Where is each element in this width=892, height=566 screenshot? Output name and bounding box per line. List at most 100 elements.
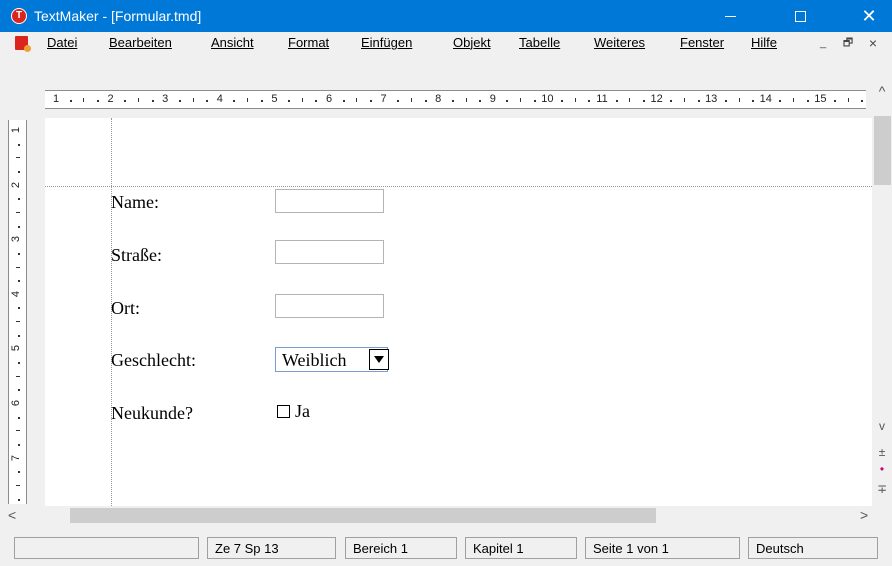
ruler-number: 15 [814,93,827,105]
menu-fenster[interactable]: Fenster [680,35,724,50]
ruler-number: 7 [10,454,23,461]
ruler-dot [779,100,782,102]
document-minimize-button[interactable]: _ [815,35,831,51]
menu-objekt[interactable]: Objekt [453,35,491,50]
ruler-tick [83,98,85,102]
ruler-dot [834,100,837,102]
close-button[interactable]: ✕ [846,0,892,32]
ruler-number: 6 [325,93,333,105]
menu-hilfe[interactable]: Hilfe [751,35,777,50]
menu-tabelle[interactable]: Tabelle [519,35,560,50]
ruler-number: 9 [489,93,496,105]
next-page-icon[interactable]: ∓ [872,482,892,496]
new-customer-checkbox[interactable] [277,405,290,418]
ruler-tick [465,98,467,102]
ruler-number: 13 [705,93,718,105]
vertical-ruler[interactable]: 1 2 3 4 5 6 7 [8,120,27,504]
ruler-dot [642,100,645,102]
ruler-dot [588,100,591,102]
name-field[interactable] [275,189,384,213]
ruler-number: 10 [541,93,554,105]
ruler-dot [18,471,20,474]
ruler-dot [697,100,700,102]
city-label: Ort: [111,298,140,318]
ruler-tick [738,98,740,102]
ruler-dot [124,100,127,102]
ruler-tick [356,98,358,102]
menu-datei[interactable]: Datei [47,35,77,50]
previous-page-icon[interactable]: ± [872,445,892,459]
menu-format[interactable]: Format [288,35,329,50]
scroll-right-icon[interactable]: > [860,506,868,524]
ruler-dot [724,100,727,102]
ruler-dot [397,100,400,102]
ruler-dot [18,389,20,392]
ruler-number: 3 [162,93,169,105]
document-close-button[interactable]: × [865,35,881,51]
ruler-dot [615,100,618,102]
ruler-tick [410,98,412,102]
ruler-number: 12 [650,93,663,105]
ruler-number: 2 [10,181,23,188]
status-position: Ze 7 Sp 13 [207,537,336,559]
ruler-number: 5 [271,93,278,105]
ruler-dot [69,100,72,102]
ruler-dot [260,100,263,102]
ruler-dot [424,100,427,102]
ruler-tick [247,98,249,102]
textmaker-logo-icon[interactable]: T [11,8,27,24]
maximize-button[interactable] [777,0,823,32]
ruler-dot [18,143,20,146]
ruler-dot [18,198,20,201]
document-restore-button[interactable]: 🗗 [840,35,856,51]
browse-object-icon[interactable]: • [872,462,892,476]
ruler-tick [629,98,631,102]
top-margin-guide [45,186,872,187]
horizontal-ruler[interactable]: 1 2 3 4 5 6 7 8 9 10 11 12 13 14 15 [45,90,866,109]
ruler-tick [16,266,20,268]
checkbox-label[interactable]: Ja [295,401,310,422]
ruler-number: 3 [10,236,23,243]
maximize-icon [794,10,806,22]
ruler-dot [151,100,154,102]
gender-dropdown[interactable]: Weiblich [275,347,389,372]
vertical-scroll-thumb[interactable] [874,116,891,185]
ruler-dot [288,100,291,102]
menu-weiteres[interactable]: Weiteres [594,35,645,50]
ruler-tick [16,484,20,486]
scroll-up-icon[interactable]: ^ [872,83,892,99]
ruler-tick [847,98,849,102]
chevron-down-icon[interactable] [369,349,389,370]
horizontal-scroll-thumb[interactable] [70,508,656,523]
menu-ansicht[interactable]: Ansicht [211,35,254,50]
menu-bearbeiten[interactable]: Bearbeiten [109,35,172,50]
ruler-dot [315,100,318,102]
ruler-dot [342,100,345,102]
ruler-tick [137,98,139,102]
ruler-dot [670,100,673,102]
scroll-down-icon[interactable]: v [872,419,892,433]
ruler-dot [752,100,755,102]
ruler-tick [16,375,20,377]
ruler-dot [18,498,20,501]
city-field[interactable] [275,294,384,318]
document-icon[interactable] [15,36,31,52]
scroll-left-icon[interactable]: < [8,506,16,524]
status-language[interactable]: Deutsch [748,537,878,559]
ruler-tick [793,98,795,102]
ruler-dot [369,100,372,102]
ruler-dot [18,280,20,283]
minimize-icon [724,15,736,17]
ruler-dot [18,334,20,337]
minimize-button[interactable] [707,0,753,32]
ruler-tick [574,98,576,102]
ruler-dot [533,100,536,102]
ruler-number: 4 [10,290,23,297]
status-chapter: Kapitel 1 [465,537,577,559]
document-page[interactable]: Name: Straße: Ort: Geschlecht: Weiblich … [45,118,872,506]
ruler-tick [16,157,20,159]
gender-label: Geschlecht: [111,350,196,370]
ruler-dot [806,100,809,102]
menu-einfuegen[interactable]: Einfügen [361,35,412,50]
street-field[interactable] [275,240,384,264]
